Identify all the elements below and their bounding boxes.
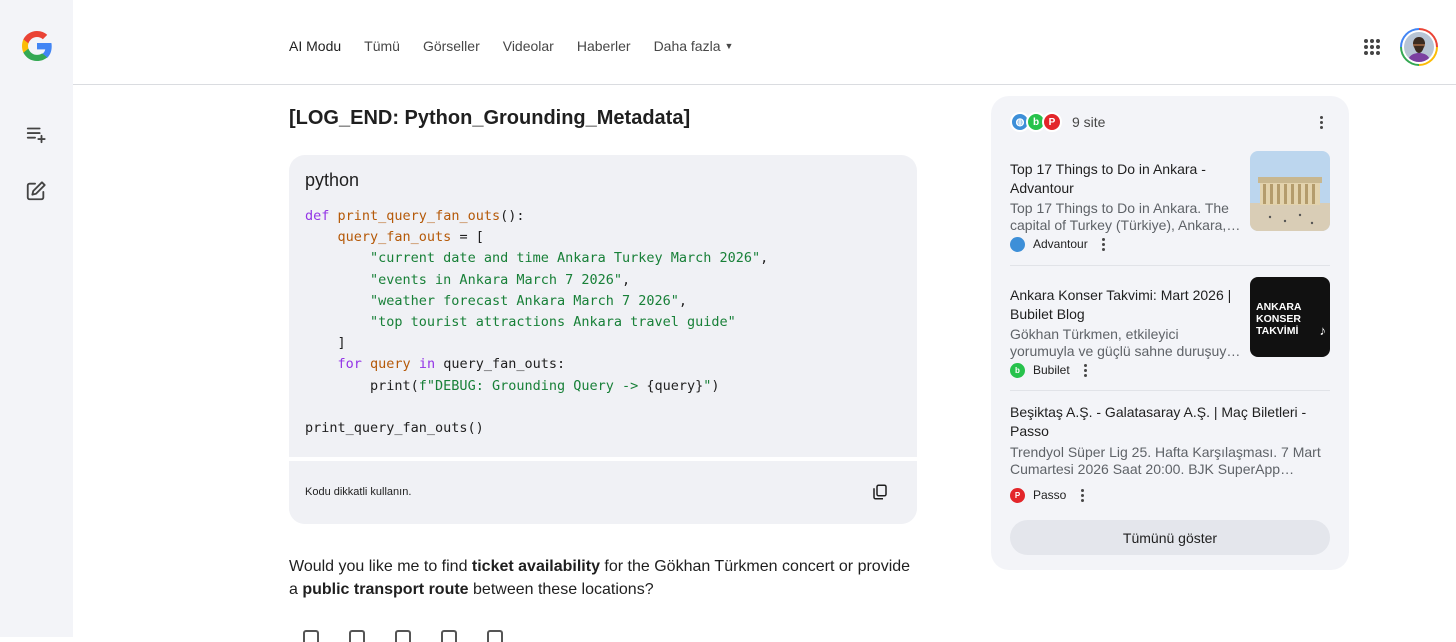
- tab-videos[interactable]: Videolar: [503, 38, 554, 54]
- tab-more[interactable]: Daha fazla ▼: [654, 38, 734, 54]
- code-line: query_fan_outs = [: [337, 229, 484, 246]
- source-favicons: ◍ b P: [1010, 112, 1062, 132]
- code-block: python def print_query_fan_outs(): query…: [289, 155, 917, 524]
- avatar-image: [1404, 32, 1434, 62]
- thumb-line-1: ANKARA: [1256, 301, 1302, 313]
- passo-icon: P: [1042, 112, 1062, 132]
- code-line: for query in query_fan_outs:: [337, 356, 566, 373]
- source-snippet: Top 17 Things to Do in Ankara. The capit…: [1010, 200, 1229, 233]
- edit-icon[interactable]: [22, 177, 50, 205]
- chevron-down-icon: ▼: [724, 41, 734, 51]
- side-rail: [0, 0, 73, 637]
- code-caution-note: Kodu dikkatli kullanın.: [305, 486, 412, 498]
- copy-icon[interactable]: [871, 483, 889, 501]
- code-line: print(f"DEBUG: Grounding Query -> {query…: [305, 377, 720, 394]
- tab-more-label: Daha fazla: [653, 38, 721, 54]
- code-line: def print_query_fan_outs():: [305, 208, 525, 224]
- followup-part1: Would you like me to find: [289, 558, 472, 575]
- code-line: ]: [305, 335, 346, 352]
- source-title[interactable]: Beşiktaş A.Ş. - Galatasaray A.Ş. | Maç B…: [1010, 403, 1320, 441]
- sources-panel: ◍ b P 9 site Top 17 Things to Do in Anka…: [991, 96, 1349, 570]
- followup-bold2: public transport route: [302, 581, 469, 598]
- divider: [1010, 265, 1330, 266]
- code-content: def print_query_fan_outs(): query_fan_ou…: [305, 206, 768, 439]
- globe-icon: [1010, 236, 1025, 252]
- advantour-thumbnail[interactable]: [1250, 151, 1330, 231]
- tab-images[interactable]: Görseller: [423, 38, 480, 54]
- sources-more-icon[interactable]: [1313, 114, 1329, 130]
- thumb-line-3: TAKVİMİ: [1256, 325, 1299, 337]
- thumbs-up-icon[interactable]: [303, 630, 319, 642]
- tab-news[interactable]: Haberler: [577, 38, 631, 54]
- source-site-name: Passo: [1033, 488, 1067, 502]
- tab-all[interactable]: Tümü: [364, 38, 400, 54]
- source-more-icon[interactable]: [1074, 487, 1090, 503]
- response-heading: [LOG_END: Python_Grounding_Metadata]: [289, 107, 691, 129]
- source-site: b Bubilet: [1010, 362, 1094, 378]
- source-snippet: Trendyol Süper Lig 25. Hafta Karşılaşmas…: [1010, 444, 1321, 477]
- copy-response-icon[interactable]: [441, 630, 457, 642]
- response-actions: [303, 630, 503, 642]
- thumb-line-2: KONSER: [1256, 313, 1301, 325]
- search-tabs: AI Modu Tümü Görseller Videolar Haberler…: [289, 38, 756, 54]
- code-line: print_query_fan_outs(): [305, 420, 484, 437]
- google-logo[interactable]: [19, 28, 55, 64]
- top-bar: AI Modu Tümü Görseller Videolar Haberler…: [73, 0, 1456, 85]
- more-actions-icon[interactable]: [487, 630, 503, 642]
- sources-count: 9 site: [1072, 114, 1106, 130]
- source-snippet: Gökhan Türkmen, etkileyici yorumuyla ve …: [1010, 326, 1238, 359]
- thumbs-down-icon[interactable]: [349, 630, 365, 642]
- new-thread-icon[interactable]: [22, 120, 50, 148]
- source-more-icon[interactable]: [1078, 362, 1094, 378]
- avatar[interactable]: [1400, 28, 1438, 66]
- show-all-button[interactable]: Tümünü göster: [1010, 520, 1330, 555]
- source-title[interactable]: Ankara Konser Takvimi: Mart 2026 | Bubil…: [1010, 286, 1238, 324]
- divider: [1010, 390, 1330, 391]
- source-site: Advantour: [1010, 236, 1112, 252]
- followup-text: Would you like me to find ticket availab…: [289, 555, 919, 601]
- code-footer: Kodu dikkatli kullanın.: [289, 457, 917, 524]
- code-line: "events in Ankara March 7 2026",: [370, 271, 631, 288]
- share-icon[interactable]: [395, 630, 411, 642]
- music-note-icon: ♪: [1319, 323, 1327, 338]
- source-site-name: Bubilet: [1033, 363, 1070, 377]
- code-language-label: python: [305, 170, 360, 190]
- source-more-icon[interactable]: [1096, 236, 1112, 252]
- bubilet-thumbnail[interactable]: ANKARA KONSER TAKVİMİ ♪: [1250, 277, 1330, 357]
- source-title[interactable]: Top 17 Things to Do in Ankara - Advantou…: [1010, 160, 1238, 198]
- apps-grid-icon[interactable]: [1364, 39, 1380, 55]
- code-line: "weather forecast Ankara March 7 2026",: [370, 292, 688, 309]
- tab-ai-mode[interactable]: AI Modu: [289, 38, 341, 54]
- source-site: P Passo: [1010, 487, 1090, 503]
- bubilet-icon: b: [1010, 362, 1025, 378]
- followup-bold1: ticket availability: [471, 558, 600, 575]
- passo-icon: P: [1010, 487, 1025, 503]
- followup-part3: between these locations?: [468, 581, 654, 598]
- code-line: "top tourist attractions Ankara travel g…: [370, 314, 736, 331]
- sources-header[interactable]: ◍ b P 9 site: [1010, 112, 1105, 132]
- source-site-name: Advantour: [1033, 237, 1088, 251]
- code-line: "current date and time Ankara Turkey Mar…: [370, 250, 769, 267]
